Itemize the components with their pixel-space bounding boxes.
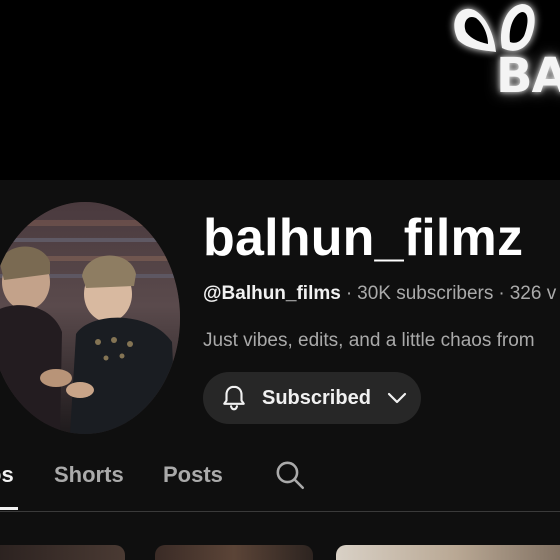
channel-handle: @Balhun_films [203,283,341,304]
channel-name: balhun_filmz [203,209,524,267]
avatar-image [0,202,180,434]
channel-avatar[interactable] [0,202,180,434]
subscriber-count: 30K subscribers [357,283,494,304]
tab-posts[interactable]: Posts [163,462,223,488]
video-count: 326 v [509,283,557,304]
active-tab-indicator [0,507,18,510]
channel-banner: BA [0,0,560,180]
separator-dot: · [345,283,353,304]
video-thumbnail[interactable] [155,545,313,560]
video-thumbnail[interactable] [0,545,125,560]
chevron-down-icon [387,392,407,404]
video-thumbnail[interactable] [336,545,560,560]
separator-dot: · [498,283,505,304]
bell-icon [223,385,245,411]
tab-shorts[interactable]: Shorts [54,462,124,488]
banner-text: BA [496,48,560,104]
search-icon[interactable] [273,458,307,492]
tabs-divider [0,511,560,512]
subscribed-button[interactable]: Subscribed [203,372,421,424]
channel-page: BA balhun_filmz @Balhun_films · 30K subs… [0,0,560,560]
tab-videos[interactable]: os [0,462,14,488]
subscribed-label: Subscribed [262,386,371,409]
channel-description[interactable]: Just vibes, edits, and a little chaos fr… [203,330,535,352]
channel-meta: @Balhun_films · 30K subscribers · 326 v [203,283,556,305]
